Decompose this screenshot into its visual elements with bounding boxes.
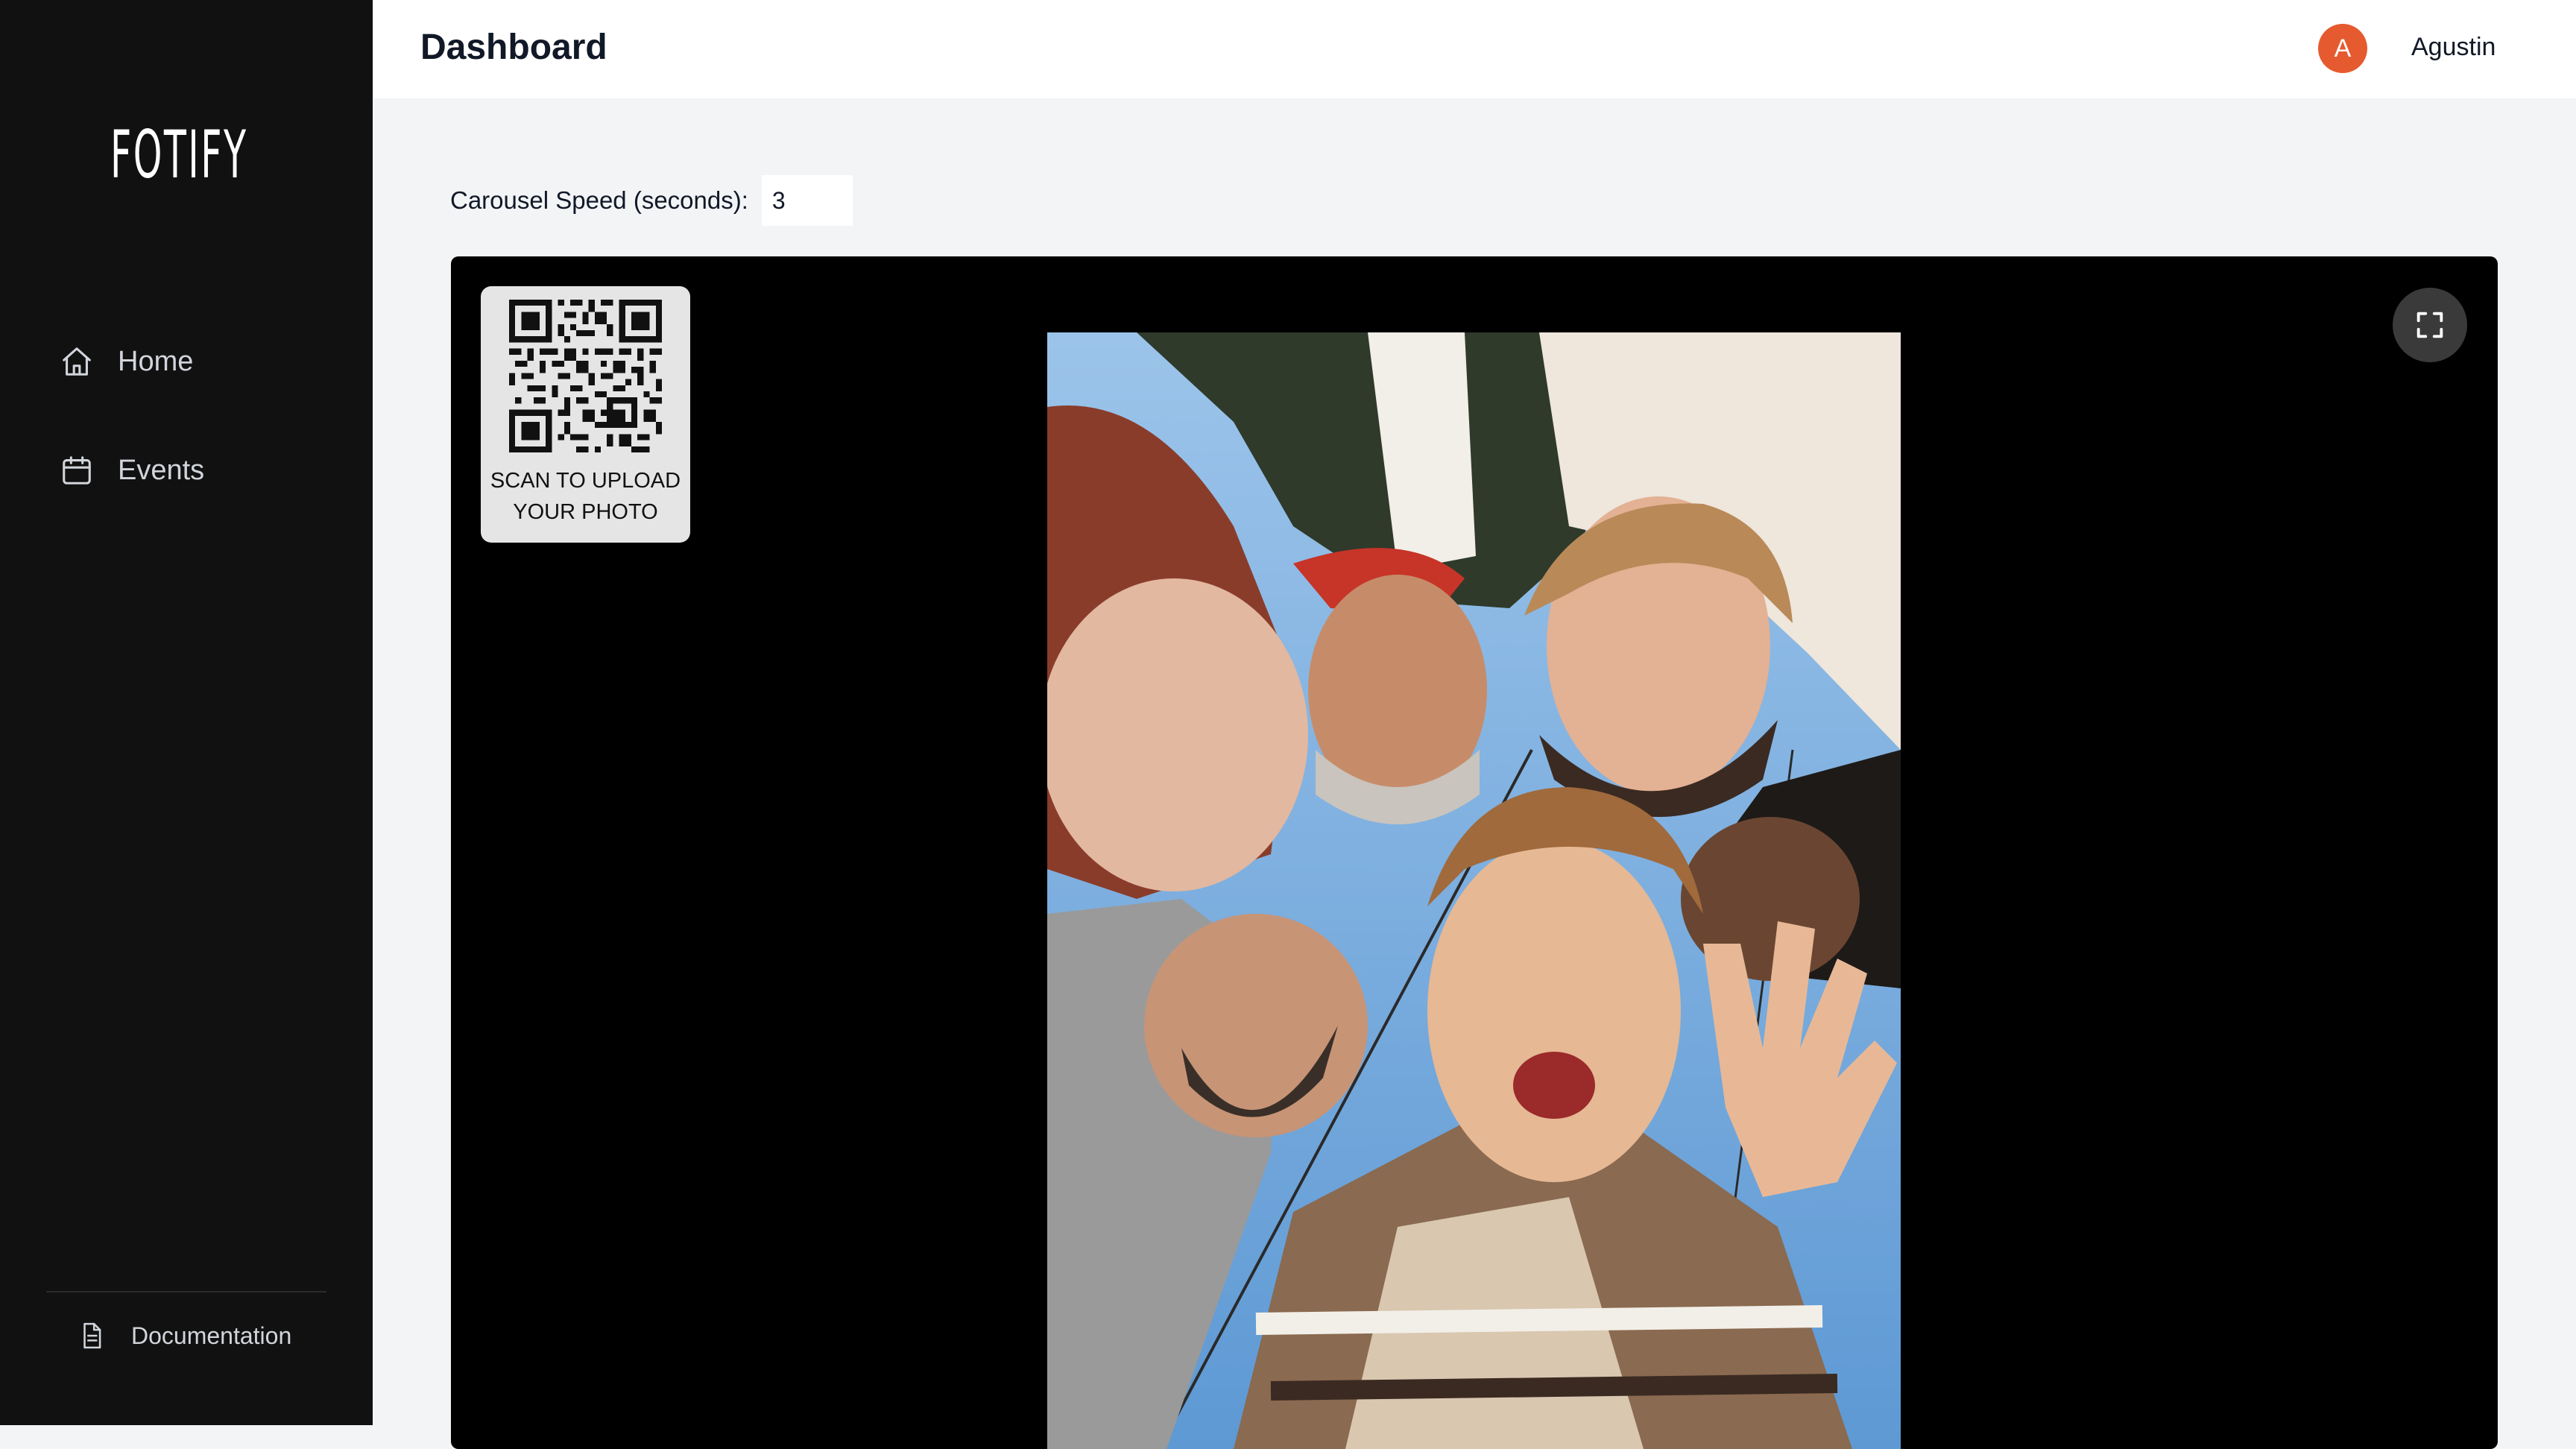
brand-logo[interactable]: FOTIFY bbox=[103, 119, 274, 191]
document-icon bbox=[83, 1322, 101, 1349]
photo-carousel: SCAN TO UPLOAD YOUR PHOTO bbox=[451, 256, 2498, 1449]
carousel-speed-label: Carousel Speed (seconds): bbox=[450, 186, 748, 214]
username[interactable]: Agustin bbox=[2411, 33, 2496, 62]
qr-caption: SCAN TO UPLOAD YOUR PHOTO bbox=[481, 465, 690, 528]
carousel-speed-input[interactable] bbox=[761, 175, 853, 226]
documentation-label: Documentation bbox=[131, 1322, 292, 1349]
sidebar-item-events[interactable]: Events bbox=[60, 444, 204, 496]
home-icon bbox=[63, 347, 91, 376]
avatar[interactable]: A bbox=[2318, 24, 2367, 73]
fullscreen-icon bbox=[2416, 312, 2443, 338]
carousel-photo[interactable] bbox=[1047, 332, 1901, 1449]
carousel-speed-control: Carousel Speed (seconds): bbox=[450, 174, 853, 227]
fullscreen-button[interactable] bbox=[2393, 288, 2467, 362]
top-header: Dashboard A Agustin bbox=[373, 0, 2576, 98]
page-title: Dashboard bbox=[420, 28, 607, 67]
sidebar-divider bbox=[46, 1291, 326, 1292]
qr-upload-card: SCAN TO UPLOAD YOUR PHOTO bbox=[481, 286, 690, 543]
brand-name: FOTIFY bbox=[110, 116, 248, 193]
documentation-link[interactable]: Documentation bbox=[78, 1312, 291, 1360]
calendar-icon bbox=[63, 456, 91, 484]
sidebar-item-label: Events bbox=[118, 454, 205, 486]
group-selfie-photo bbox=[1047, 332, 1901, 1449]
qr-caption-line-2: YOUR PHOTO bbox=[513, 500, 658, 524]
qr-caption-line-1: SCAN TO UPLOAD bbox=[490, 469, 681, 493]
sidebar: FOTIFY Home Events Documentation bbox=[0, 0, 373, 1425]
sidebar-item-label: Home bbox=[118, 345, 194, 377]
sidebar-item-home[interactable]: Home bbox=[60, 335, 193, 388]
qr-code-icon[interactable] bbox=[509, 300, 662, 452]
